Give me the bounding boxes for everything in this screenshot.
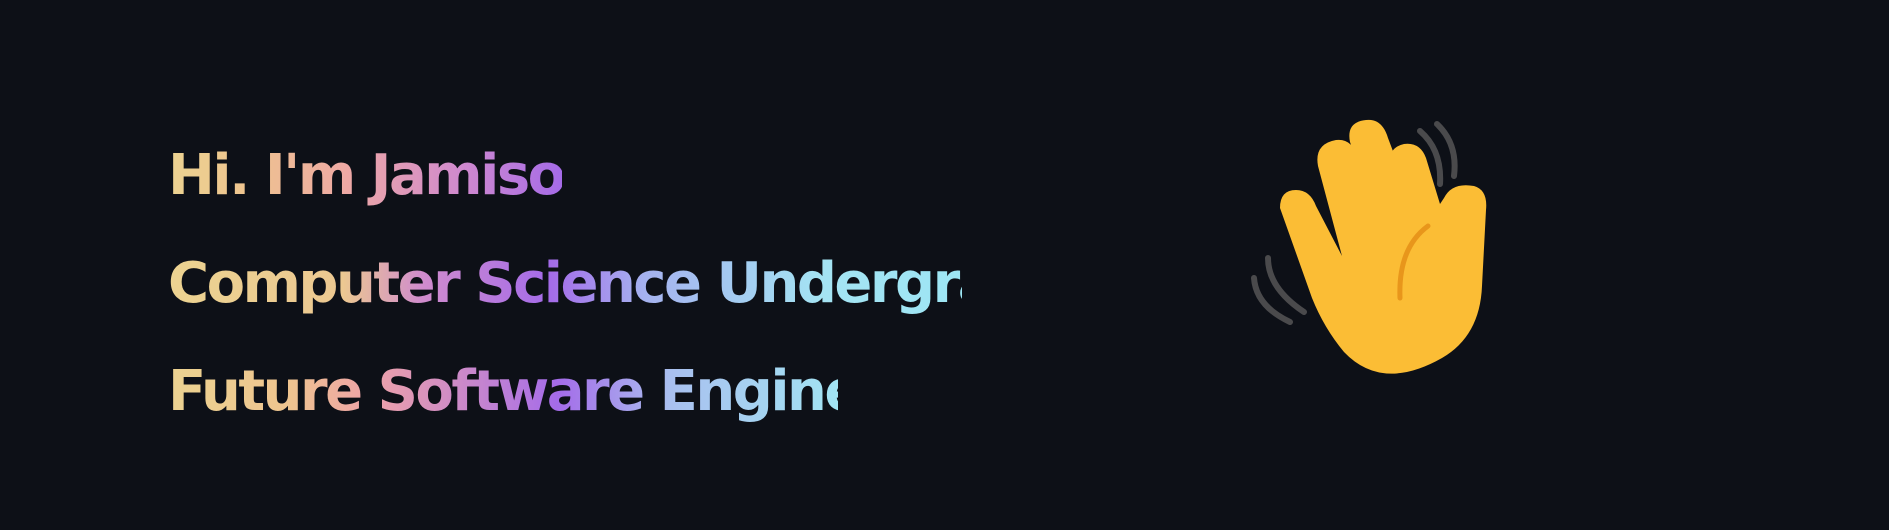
waving-hand-icon <box>1251 119 1487 374</box>
role-heading: Computer Science Undergrad. <box>168 230 1052 338</box>
greeting-heading: Hi. I'm Jamison. <box>168 122 622 230</box>
aspiration-heading: Future Software Engineer. <box>168 338 934 446</box>
hero-intro: Hi. I'm Jamison. Computer Science Underg… <box>168 122 1068 446</box>
